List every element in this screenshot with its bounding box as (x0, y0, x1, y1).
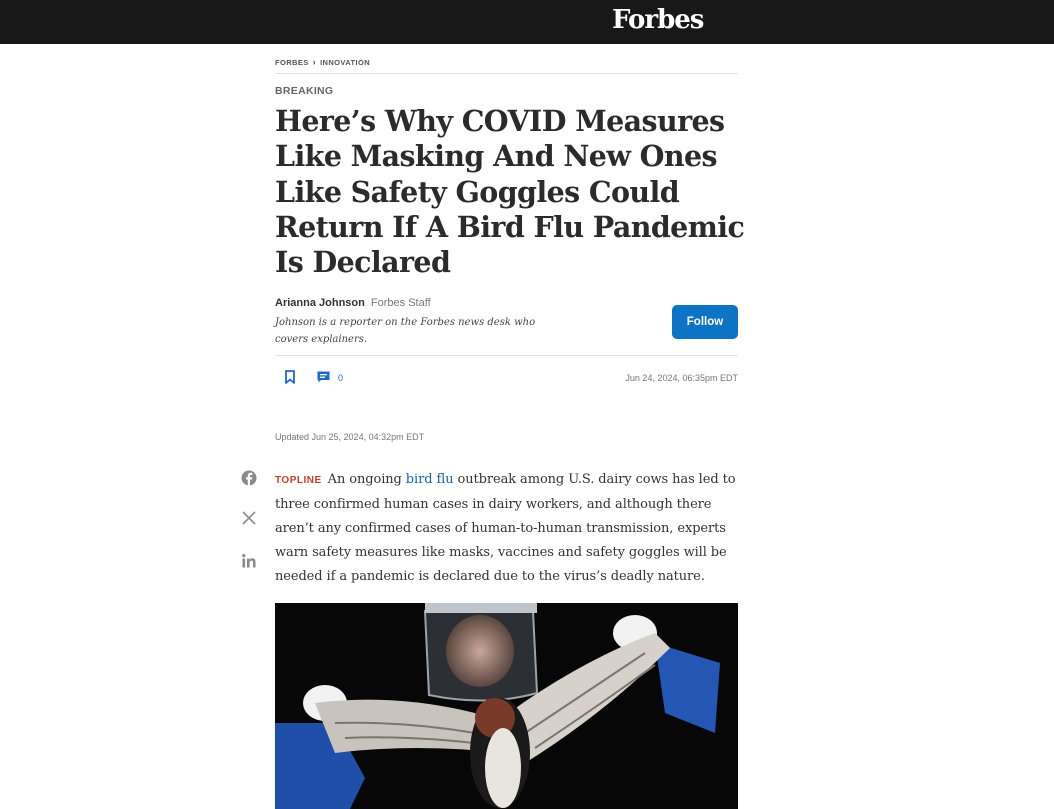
updated-date: Updated Jun 25, 2024, 04:32pm EDT (275, 432, 425, 442)
comment-count[interactable]: 0 (338, 373, 343, 383)
breadcrumb-forbes[interactable]: FORBES (275, 58, 309, 67)
article-body: TOPLINE An ongoing bird flu outbreak amon… (275, 468, 738, 589)
bird-flu-link[interactable]: bird flu (406, 472, 454, 487)
author-bio: Johnson is a reporter on the Forbes news… (275, 317, 536, 345)
forbes-logo[interactable]: Forbes (612, 5, 704, 35)
kicker-label: BREAKING (275, 85, 334, 97)
x-icon[interactable] (242, 511, 256, 525)
comment-icon[interactable] (316, 370, 331, 384)
divider (275, 355, 738, 356)
body-text-pre: An ongoing (327, 472, 402, 487)
breadcrumb-innovation[interactable]: INNOVATION (320, 58, 370, 67)
byline: Arianna Johnson Forbes Staff (275, 297, 738, 309)
linkedin-icon[interactable] (241, 553, 257, 569)
article-title: Here’s Why COVID Measures Like Masking A… (275, 104, 745, 280)
body-text-post: outbreak among U.S. dairy cows has led t… (275, 472, 736, 584)
top-bar: Forbes (0, 0, 1054, 44)
follow-button[interactable]: Follow (672, 305, 738, 339)
article-photo (275, 603, 738, 809)
topline-label: TOPLINE (275, 475, 322, 486)
author-role: Forbes Staff (370, 297, 431, 309)
publish-date: Jun 24, 2024, 06:35pm EDT (625, 373, 738, 383)
breadcrumb: FORBES › INNOVATION (275, 57, 738, 67)
facebook-icon[interactable] (241, 470, 257, 486)
bookmark-icon[interactable] (283, 369, 297, 385)
author-name[interactable]: Arianna Johnson (275, 297, 365, 309)
bird-handling-photo (275, 603, 738, 809)
chevron-right-icon: › (312, 57, 317, 67)
divider (275, 73, 738, 74)
